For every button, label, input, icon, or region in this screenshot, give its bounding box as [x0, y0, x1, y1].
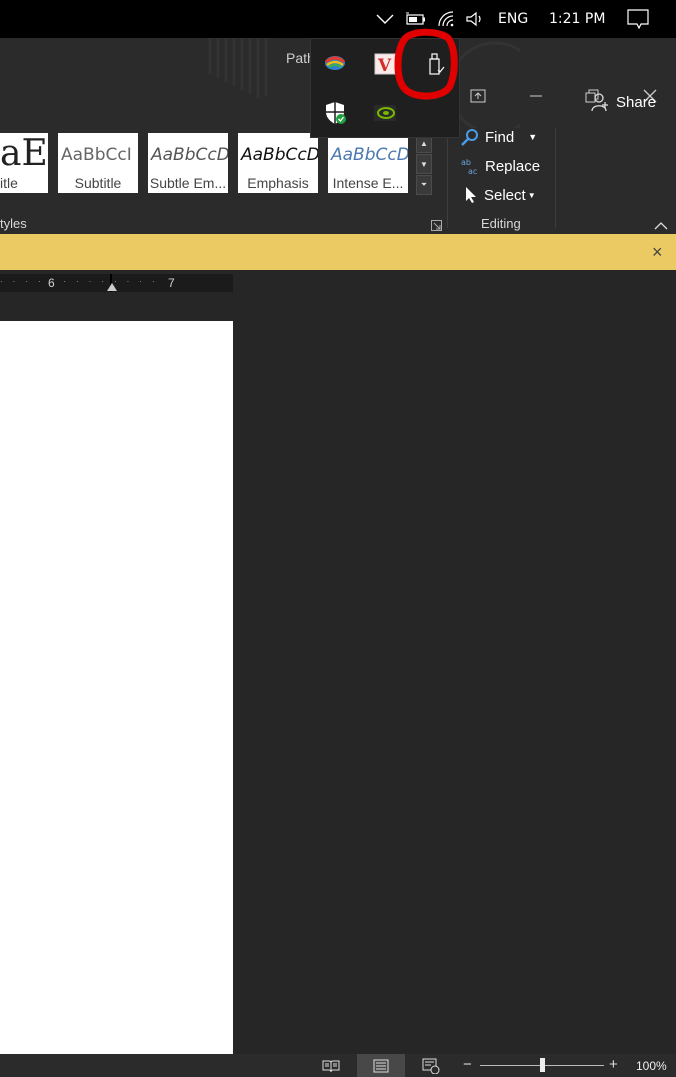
style-title[interactable]: aE itle: [0, 133, 48, 193]
select-button[interactable]: Select ▼: [464, 186, 536, 204]
share-label: Share: [616, 93, 657, 111]
web-layout-button[interactable]: [407, 1054, 455, 1077]
svg-text:ab: ab: [461, 158, 471, 167]
styles-dialog-launcher-icon[interactable]: [431, 218, 442, 231]
ruler-mark: 7: [168, 276, 175, 290]
style-sample: AaBbCcD: [241, 145, 318, 165]
book-icon: [322, 1060, 340, 1072]
ribbon-display-options-button[interactable]: [458, 82, 498, 110]
search-icon: [461, 129, 478, 146]
zoom-level[interactable]: 100%: [636, 1059, 667, 1073]
zoom-slider-thumb[interactable]: [540, 1058, 545, 1072]
language-indicator[interactable]: ENG: [498, 11, 528, 27]
ruler-mark: 6: [48, 276, 55, 290]
action-center-icon[interactable]: [625, 8, 651, 30]
style-name: Emphasis: [247, 175, 309, 191]
gallery-more[interactable]: ⏷: [416, 175, 432, 195]
group-divider: [447, 128, 448, 228]
ribbon: aE itle AaBbCcI Subtitle AaBbCcD Subtle …: [0, 128, 676, 234]
status-bar: − + 100%: [0, 1054, 676, 1077]
volume-icon[interactable]: [462, 8, 488, 30]
person-icon: [591, 93, 608, 112]
taskbar: ENG 1:21 PM: [0, 0, 676, 38]
wifi-icon[interactable]: [434, 8, 460, 30]
replace-icon: abac: [461, 158, 477, 175]
clock[interactable]: 1:21 PM: [549, 11, 605, 27]
collapse-ribbon-icon[interactable]: [654, 218, 668, 230]
print-layout-icon: [373, 1059, 389, 1072]
cursor-arrow-icon: [466, 187, 476, 203]
message-bar: ×: [0, 234, 676, 270]
read-mode-button[interactable]: [307, 1054, 355, 1077]
battery-icon[interactable]: [402, 8, 428, 30]
message-bar-close-button[interactable]: ×: [652, 242, 663, 263]
replace-label: Replace: [485, 157, 541, 175]
zoom-out-button[interactable]: −: [463, 1056, 472, 1073]
style-emphasis[interactable]: AaBbCcD Emphasis: [238, 133, 318, 193]
replace-button[interactable]: ab ac Replace: [461, 157, 541, 176]
select-label: Select: [484, 186, 526, 204]
nvidia-icon[interactable]: [373, 101, 397, 125]
web-layout-icon: [422, 1058, 440, 1074]
style-sample: aE: [0, 133, 48, 174]
style-name: Subtitle: [74, 175, 122, 191]
svg-text:V: V: [377, 56, 392, 75]
minimize-button[interactable]: [516, 82, 556, 110]
document-page[interactable]: [0, 321, 233, 1054]
horizontal-ruler[interactable]: ············· 6 7: [0, 274, 233, 292]
find-label: Find: [485, 128, 515, 146]
chevron-down-icon: ▼: [527, 190, 536, 200]
style-sample: AaBbCcD: [331, 145, 408, 165]
internet-download-manager-icon[interactable]: [323, 50, 347, 74]
print-layout-button[interactable]: [357, 1054, 405, 1077]
style-subtitle[interactable]: AaBbCcI Subtitle: [58, 133, 138, 193]
editing-group-label: Editing: [481, 216, 521, 231]
zoom-in-button[interactable]: +: [609, 1056, 618, 1073]
style-name: itle: [0, 175, 18, 191]
style-sample: AaBbCcI: [61, 145, 132, 165]
gallery-scroll-down[interactable]: ▼: [416, 154, 432, 174]
share-button[interactable]: Share: [590, 92, 656, 112]
find-button[interactable]: Find ▼: [461, 128, 537, 146]
windows-security-shield-icon[interactable]: [323, 101, 347, 125]
style-name: Subtle Em...: [149, 175, 227, 191]
style-intense-emphasis[interactable]: AaBbCcD Intense E...: [328, 133, 408, 193]
highlight-circle: [394, 28, 458, 100]
show-hidden-icons-chevron-icon[interactable]: [372, 8, 398, 30]
style-subtle-emphasis[interactable]: AaBbCcD Subtle Em...: [148, 133, 228, 193]
style-sample: AaBbCcD: [151, 145, 228, 165]
chevron-down-icon: ▼: [528, 132, 538, 142]
styles-group-label: tyles: [0, 216, 27, 231]
indent-marker-icon[interactable]: [106, 282, 118, 292]
style-name: Intense E...: [332, 175, 404, 191]
group-divider: [555, 128, 556, 228]
svg-text:ac: ac: [468, 167, 477, 175]
